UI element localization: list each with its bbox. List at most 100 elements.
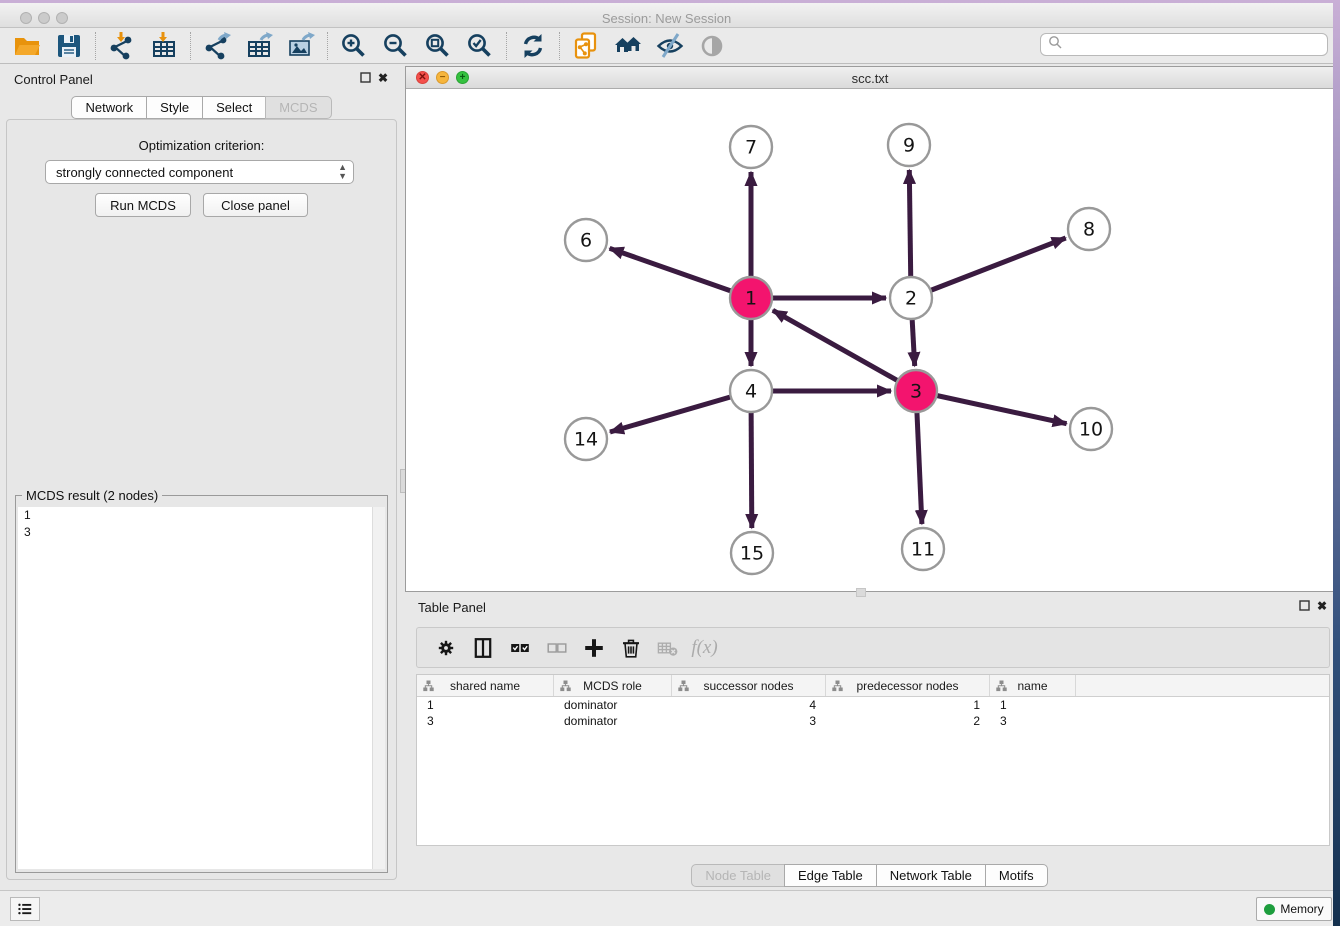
node-7[interactable]: 7 xyxy=(730,126,772,168)
window-title: Session: New Session xyxy=(0,11,1333,26)
node-3[interactable]: 3 xyxy=(895,370,937,412)
node-6[interactable]: 6 xyxy=(565,219,607,261)
show-all-button[interactable] xyxy=(691,30,733,62)
node-1[interactable]: 1 xyxy=(730,277,772,319)
memory-button[interactable]: Memory xyxy=(1256,897,1332,921)
mcds-result-group: MCDS result (2 nodes) 13 xyxy=(15,495,388,873)
close-table-panel-icon[interactable]: ✖ xyxy=(1317,599,1327,613)
table-panel-title: Table Panel xyxy=(418,600,486,615)
result-scrollbar[interactable] xyxy=(372,507,385,869)
svg-text:7: 7 xyxy=(745,137,757,159)
edge-1-6[interactable] xyxy=(610,248,751,298)
refresh-button[interactable] xyxy=(512,30,554,62)
export-network-button[interactable] xyxy=(196,30,238,62)
add-column-button[interactable] xyxy=(575,632,612,664)
open-folder-button[interactable] xyxy=(6,30,48,62)
table-row[interactable]: 1dominator411 xyxy=(417,697,1329,713)
edge-2-8[interactable] xyxy=(911,238,1066,298)
toolbar-buttons xyxy=(6,30,733,62)
search-input[interactable] xyxy=(1040,33,1328,56)
node-9[interactable]: 9 xyxy=(888,124,930,166)
criterion-dropdown[interactable]: strongly connected component ▲▼ xyxy=(45,160,354,184)
svg-text:3: 3 xyxy=(910,381,922,403)
export-table-button[interactable] xyxy=(238,30,280,62)
gear-button[interactable] xyxy=(427,632,464,664)
column-header-name[interactable]: name xyxy=(990,675,1076,696)
status-bar: Memory xyxy=(0,890,1333,926)
sort-icon xyxy=(996,680,1007,695)
task-history-button[interactable] xyxy=(10,897,40,921)
tab-select[interactable]: Select xyxy=(202,96,266,119)
zoom-in-button[interactable] xyxy=(333,30,375,62)
delete-column-button[interactable] xyxy=(612,632,649,664)
node-4[interactable]: 4 xyxy=(730,370,772,412)
column-header-shared-name[interactable]: shared name xyxy=(417,675,554,696)
desktop-wallpaper-strip xyxy=(1333,0,1340,926)
mcds-result-title: MCDS result (2 nodes) xyxy=(22,488,162,503)
table-cell: 3 xyxy=(672,714,826,728)
tab-edge-table[interactable]: Edge Table xyxy=(784,864,877,887)
node-2[interactable]: 2 xyxy=(890,277,932,319)
table-row[interactable]: 3dominator323 xyxy=(417,713,1329,729)
sort-icon xyxy=(423,680,434,695)
result-item: 3 xyxy=(18,524,373,541)
run-mcds-button[interactable]: Run MCDS xyxy=(95,193,191,217)
network-canvas[interactable]: 7 9 6 8 1 2 4 3 14 10 15 11 xyxy=(406,89,1334,591)
select-all-button[interactable] xyxy=(501,632,538,664)
column-header-successor-nodes[interactable]: successor nodes xyxy=(672,675,826,696)
function-builder-button: f(x) xyxy=(686,632,723,664)
toolbar-separator xyxy=(95,32,96,60)
tab-node-table[interactable]: Node Table xyxy=(691,864,785,887)
edge-3-1[interactable] xyxy=(773,310,916,391)
node-10[interactable]: 10 xyxy=(1070,408,1112,450)
delete-table-button xyxy=(649,632,686,664)
columns-button[interactable] xyxy=(464,632,501,664)
table-cell: dominator xyxy=(554,698,672,712)
edge-3-10[interactable] xyxy=(916,391,1067,424)
zoom-out-button[interactable] xyxy=(375,30,417,62)
table-panel-tabs: Node TableEdge TableNetwork TableMotifs xyxy=(405,864,1335,887)
table-cell: 2 xyxy=(826,714,990,728)
node-15[interactable]: 15 xyxy=(731,532,773,574)
export-image-button[interactable] xyxy=(280,30,322,62)
tab-motifs[interactable]: Motifs xyxy=(985,864,1048,887)
table-toolbar: f(x) xyxy=(416,627,1330,668)
toolbar-separator xyxy=(327,32,328,60)
tab-mcds[interactable]: MCDS xyxy=(265,96,331,119)
sort-icon xyxy=(832,680,843,695)
clone-network-button[interactable] xyxy=(565,30,607,62)
node-table: shared nameMCDS rolesuccessor nodesprede… xyxy=(416,674,1330,846)
close-panel-icon[interactable]: ✖ xyxy=(378,71,388,85)
float-panel-icon[interactable] xyxy=(360,72,371,86)
memory-status-icon xyxy=(1264,904,1275,915)
table-cell: 1 xyxy=(417,698,554,712)
application-window: Session: New Session Control Panel ✖ Net… xyxy=(0,0,1340,926)
svg-text:1: 1 xyxy=(745,288,757,310)
table-cell: 3 xyxy=(990,714,1076,728)
zoom-fit-button[interactable] xyxy=(417,30,459,62)
svg-text:10: 10 xyxy=(1079,419,1103,441)
import-network-button[interactable] xyxy=(101,30,143,62)
horizontal-splitter-handle[interactable] xyxy=(856,588,866,597)
first-neighbors-button[interactable] xyxy=(607,30,649,62)
save-button[interactable] xyxy=(48,30,90,62)
node-8[interactable]: 8 xyxy=(1068,208,1110,250)
node-11[interactable]: 11 xyxy=(902,528,944,570)
float-table-panel-icon[interactable] xyxy=(1299,600,1310,614)
hide-selected-button[interactable] xyxy=(649,30,691,62)
toolbar-separator xyxy=(559,32,560,60)
table-body: 1dominator4113dominator323 xyxy=(417,697,1329,729)
sort-icon xyxy=(560,680,571,695)
deselect-button[interactable] xyxy=(538,632,575,664)
tab-network-table[interactable]: Network Table xyxy=(876,864,986,887)
column-header-predecessor-nodes[interactable]: predecessor nodes xyxy=(826,675,990,696)
zoom-selected-button[interactable] xyxy=(459,30,501,62)
node-14[interactable]: 14 xyxy=(565,418,607,460)
column-header-MCDS-role[interactable]: MCDS role xyxy=(554,675,672,696)
svg-text:9: 9 xyxy=(903,135,915,157)
import-table-button[interactable] xyxy=(143,30,185,62)
close-panel-button[interactable]: Close panel xyxy=(203,193,308,217)
tab-style[interactable]: Style xyxy=(146,96,203,119)
tab-network[interactable]: Network xyxy=(71,96,147,119)
network-view-title: scc.txt xyxy=(406,71,1334,86)
